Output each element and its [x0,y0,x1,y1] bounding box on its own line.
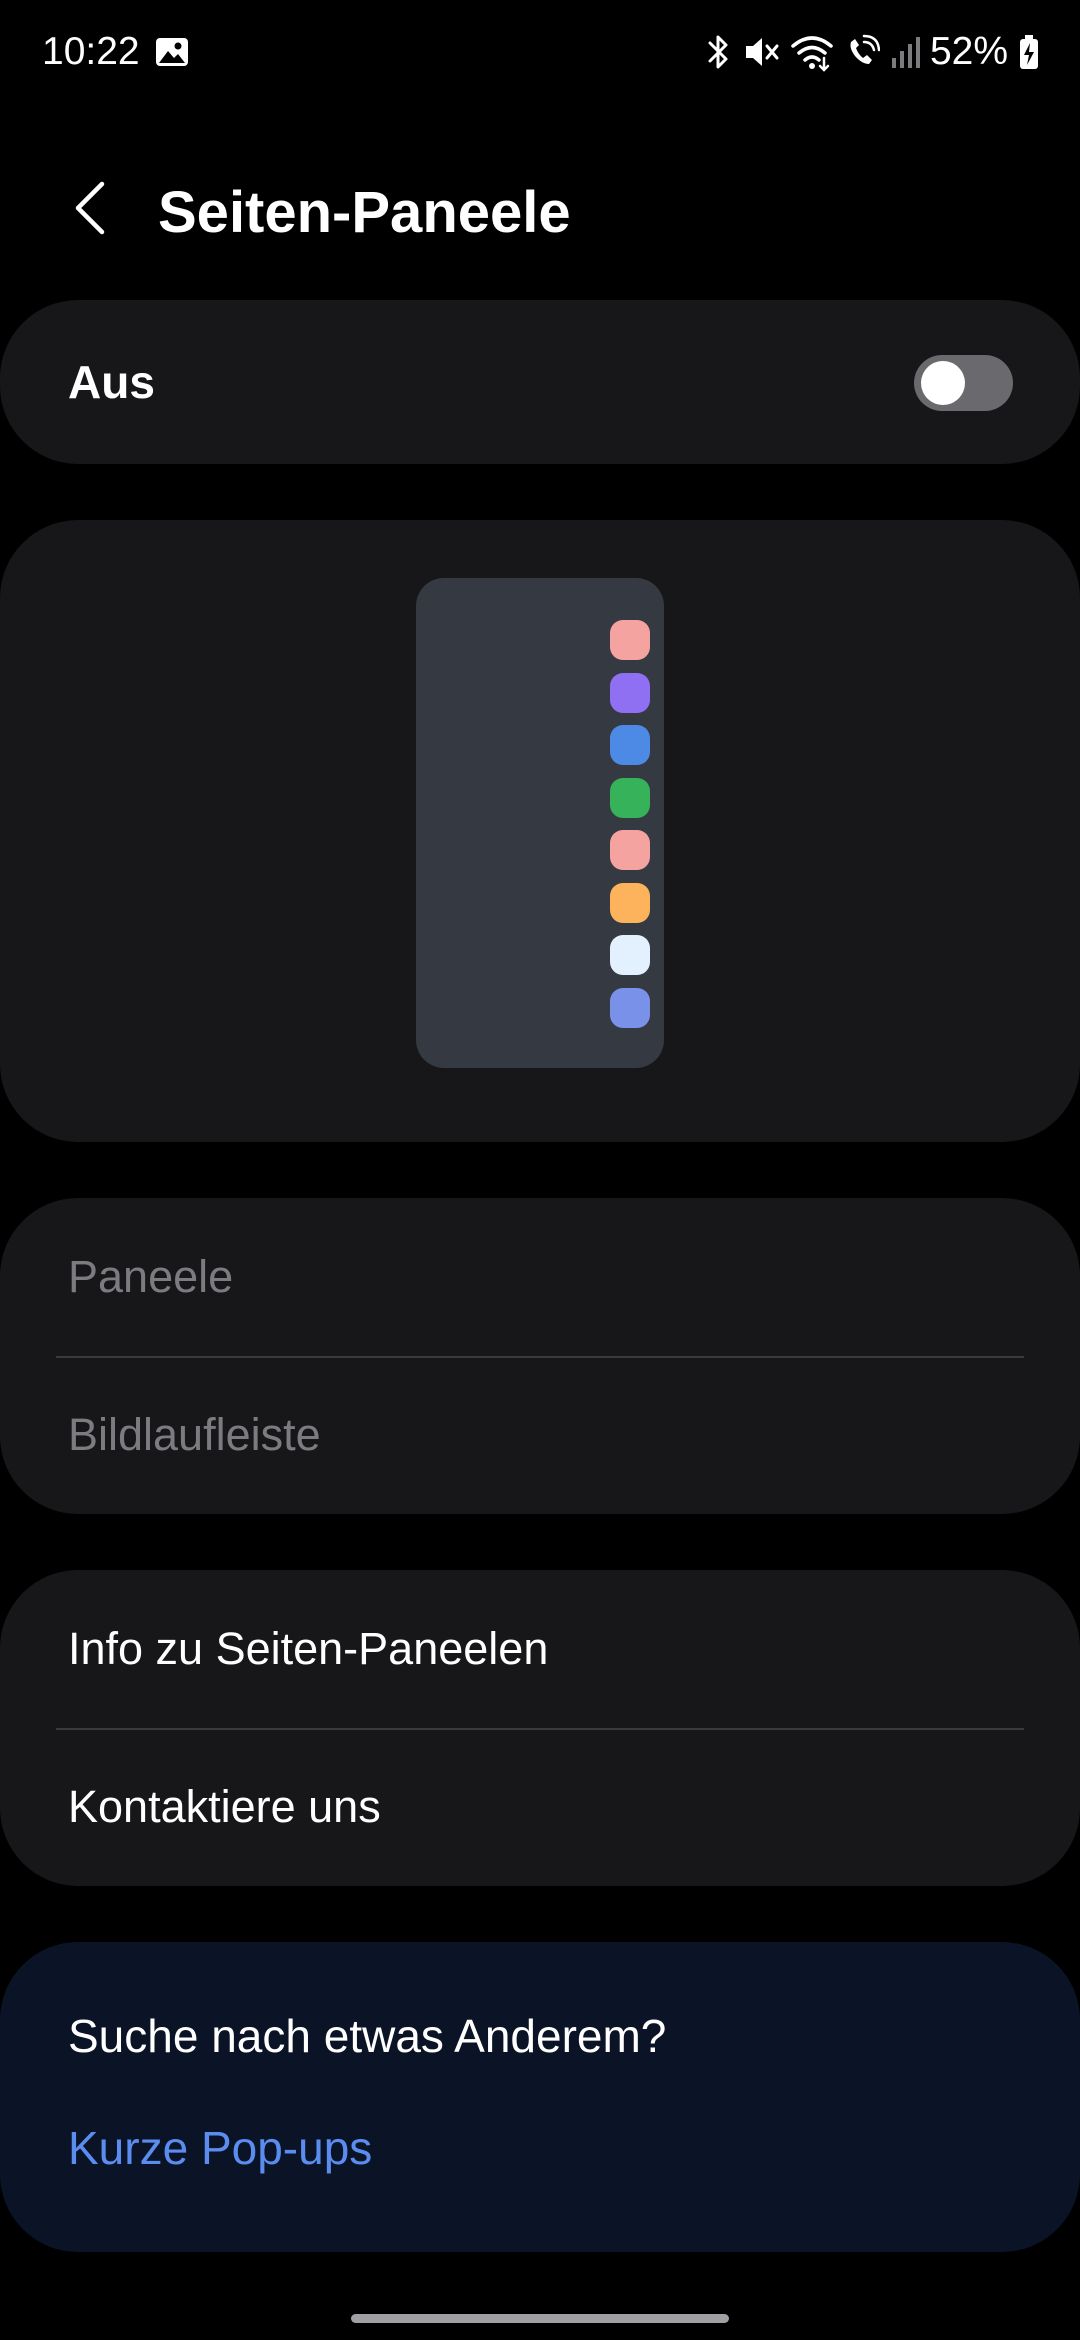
gallery-icon [154,36,190,68]
back-button[interactable] [52,172,128,248]
preview-app-icon [610,882,650,923]
header: Seiten-Paneele [0,150,1080,274]
suggestion-link-quick-popups[interactable]: Kurze Pop-ups [68,2118,372,2178]
status-bar: 10:22 52% [0,0,1080,104]
gesture-navigation-handle[interactable] [351,2314,729,2323]
panels-row-label: Paneele [68,1251,234,1302]
contact-us-label: Kontaktiere uns [68,1781,381,1832]
chevron-left-icon [70,178,110,243]
preview-card [0,520,1080,1142]
scrollbar-row[interactable]: Bildlaufleiste [0,1356,1080,1514]
signal-icon [890,32,920,72]
page-title: Seiten-Paneele [158,180,571,245]
toggle-knob [921,361,965,405]
preview-app-icon [610,830,650,870]
suggestion-title: Suche nach etwas Anderem? [68,2010,667,2062]
mute-icon [742,32,780,72]
preview-app-icon [610,777,650,818]
wifi-calling-icon [844,32,880,72]
settings-card: Paneele Bildlaufleiste [0,1198,1080,1514]
preview-app-icon [610,620,650,660]
battery-charging-icon [1018,32,1040,72]
status-icons: 52% [704,24,1040,80]
contact-us-row[interactable]: Kontaktiere uns [0,1728,1080,1886]
edge-panel-preview [416,578,664,1068]
about-edge-panels-row[interactable]: Info zu Seiten-Paneelen [0,1570,1080,1728]
support-card: Info zu Seiten-Paneelen Kontaktiere uns [0,1570,1080,1886]
preview-app-icon [610,672,650,713]
panels-row[interactable]: Paneele [0,1198,1080,1356]
preview-app-icon [610,935,650,975]
battery-percentage: 52% [929,30,1008,73]
preview-app-icon [610,987,650,1028]
scrollbar-row-label: Bildlaufleiste [68,1409,321,1460]
preview-app-icon [610,725,650,765]
master-switch-label: Aus [68,356,155,408]
master-toggle-switch[interactable] [914,355,1013,411]
wifi-icon [790,32,834,72]
suggestion-card: Suche nach etwas Anderem? Kurze Pop-ups [0,1942,1080,2252]
bluetooth-icon [704,32,732,72]
about-edge-panels-label: Info zu Seiten-Paneelen [68,1623,549,1674]
status-time: 10:22 [42,30,140,73]
